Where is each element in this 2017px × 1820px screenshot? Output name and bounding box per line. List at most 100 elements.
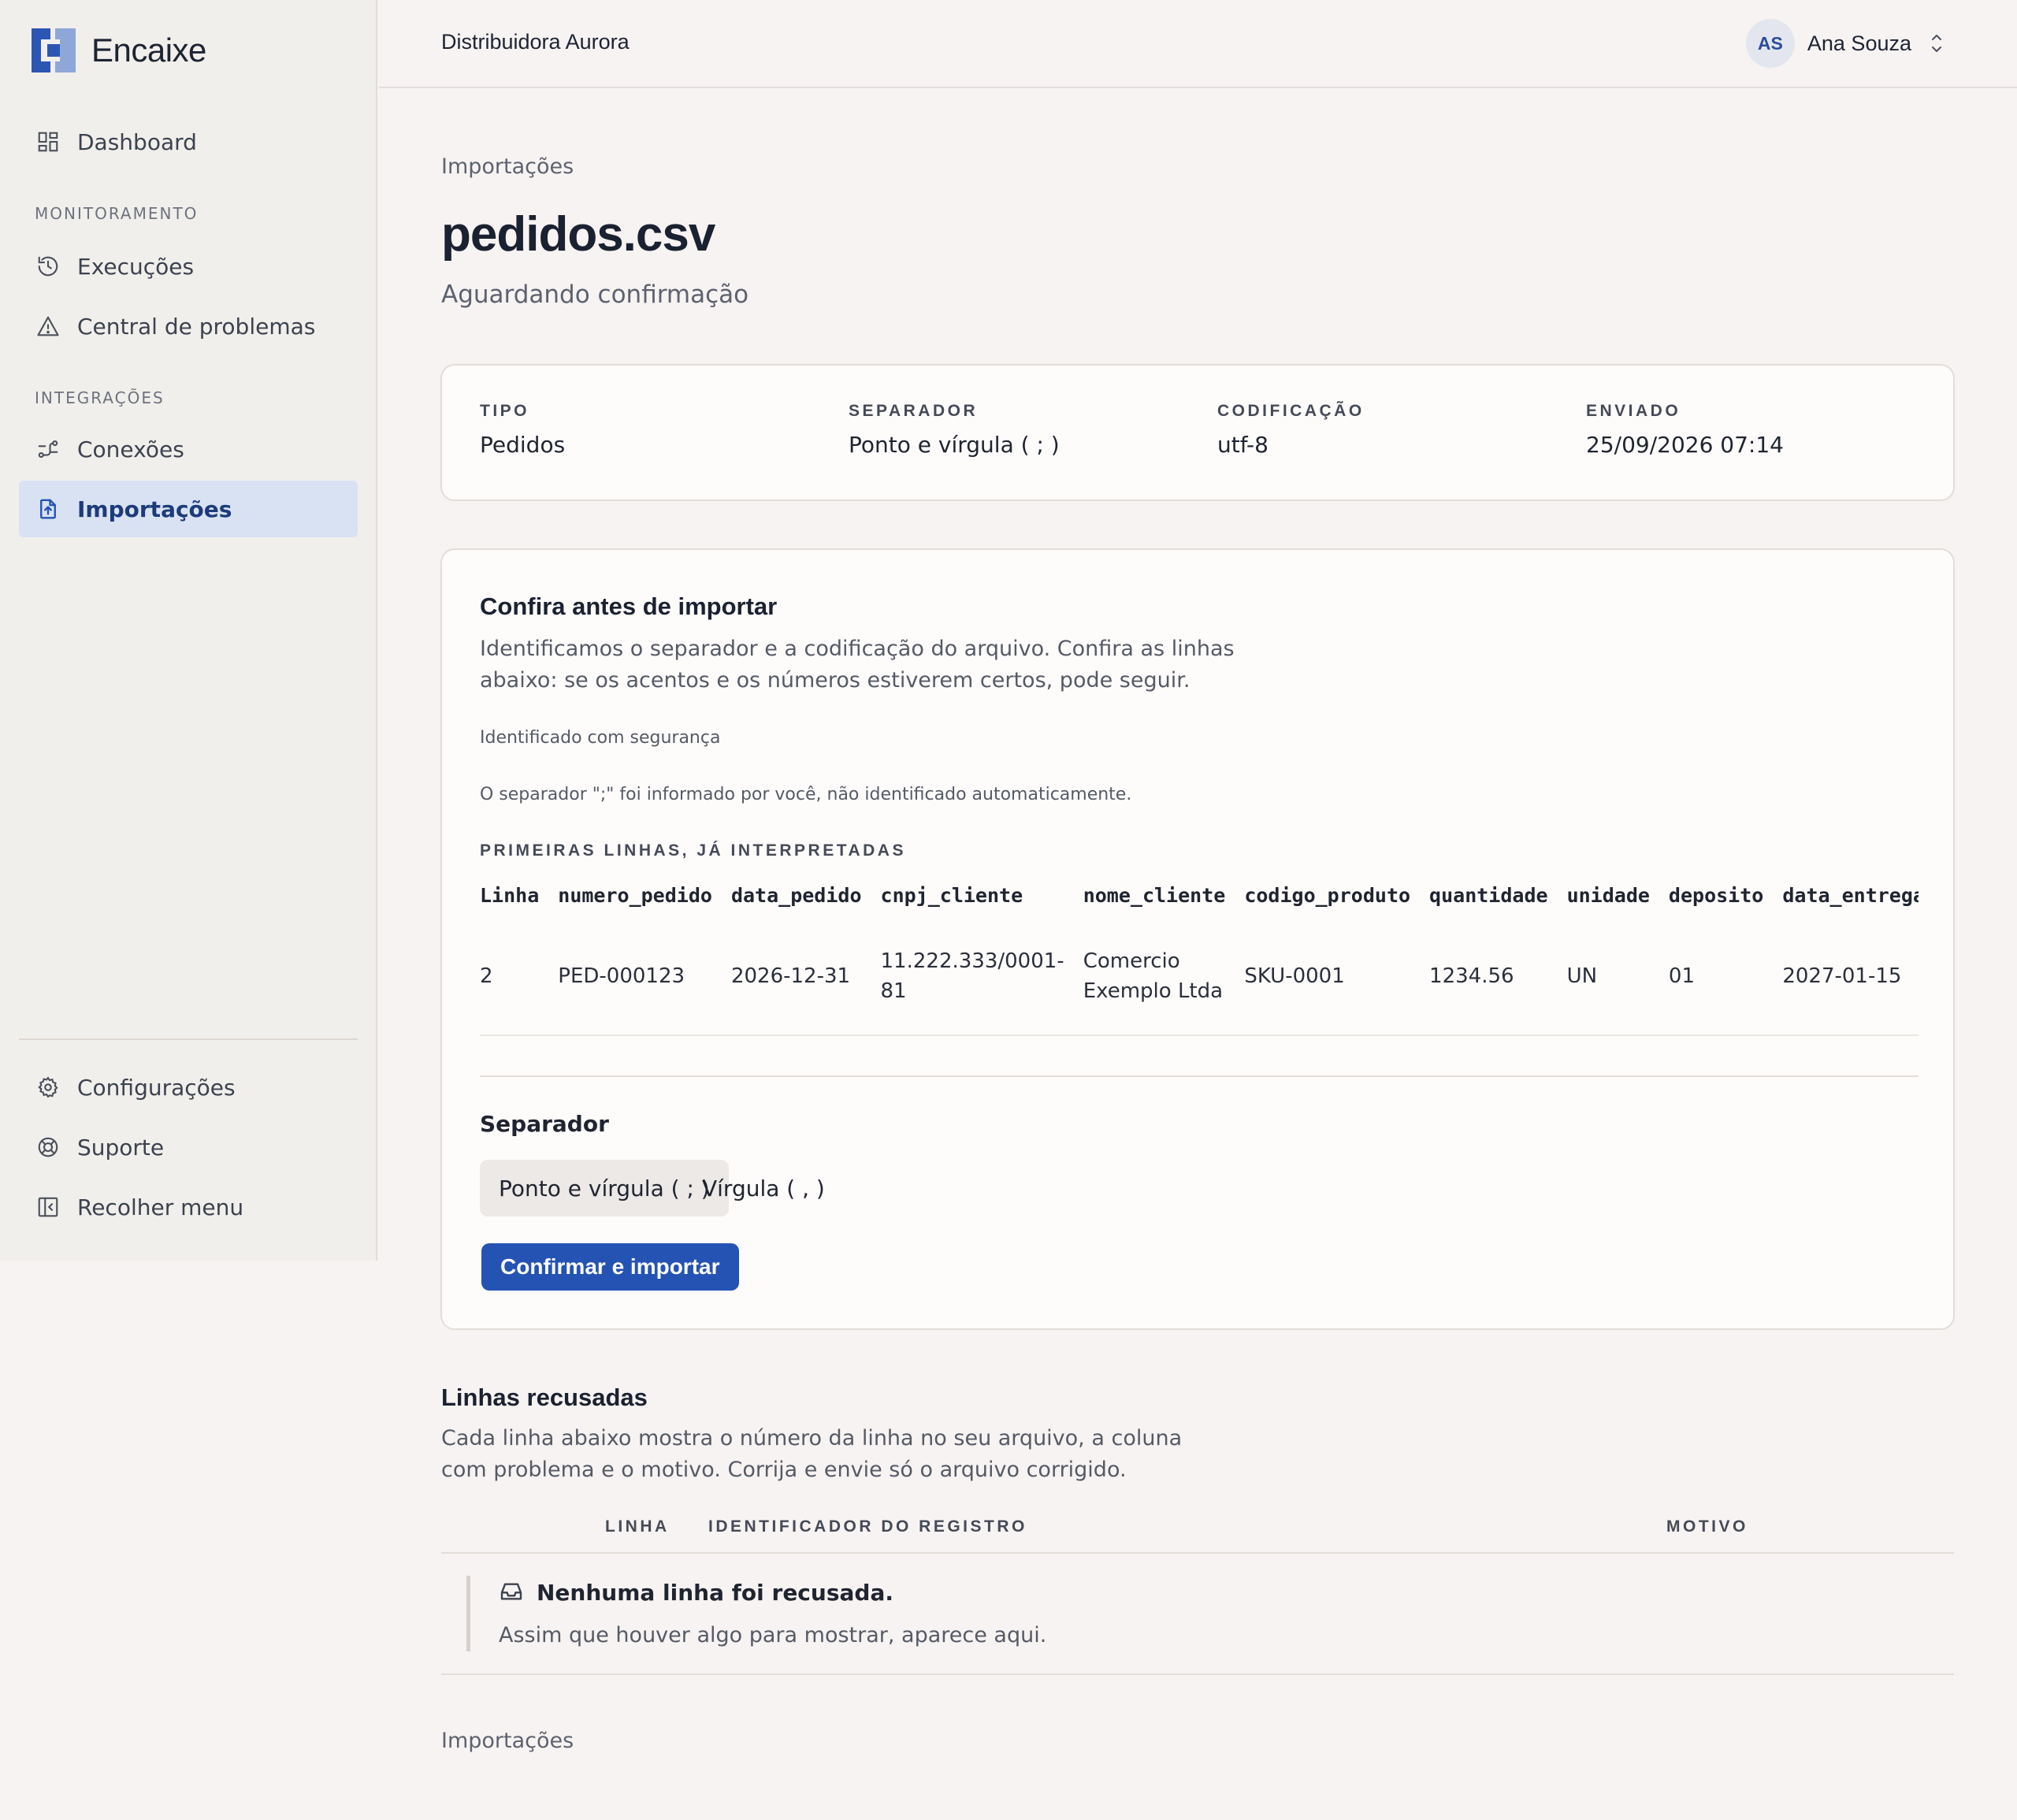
preview-header-row: Linha numero_pedido data_pedido cnpj_cli… — [480, 873, 1919, 917]
sidebar-divider — [19, 1038, 358, 1040]
table-cell: UN — [1566, 917, 1669, 1036]
sidebar-item-executions[interactable]: Execuções — [19, 238, 358, 295]
confirm-import-card: Confira antes de importar Identificamos … — [440, 548, 1955, 1330]
table-cell: 1234.56 — [1429, 917, 1567, 1036]
column-header: deposito — [1668, 883, 1764, 907]
column-header: Linha — [480, 883, 540, 907]
column-header: unidade — [1566, 883, 1650, 907]
meta-value: Pedidos — [480, 432, 566, 458]
preview-table-scroll[interactable]: Linha numero_pedido data_pedido cnpj_cli… — [480, 873, 1919, 1043]
table-cell: 2027-01-15 — [1782, 917, 1919, 1036]
table-cell: 2 — [480, 917, 559, 1036]
nav-section-monitoring: MONITORAMENTO — [35, 204, 199, 223]
sidebar-item-label: Central de problemas — [77, 313, 316, 340]
column-header: codigo_produto — [1244, 883, 1411, 907]
table-cell: SKU-0001 — [1244, 917, 1430, 1036]
divider — [441, 1673, 1954, 1675]
sidebar-item-settings[interactable]: Configurações — [19, 1059, 358, 1116]
topbar: Distribuidora Aurora AS Ana Souza — [379, 0, 2017, 88]
rejected-lines-title: Linhas recusadas — [441, 1384, 648, 1411]
breadcrumb[interactable]: Importações — [441, 154, 574, 179]
sidebar-item-label: Suporte — [77, 1134, 165, 1161]
sidebar-item-label: Configurações — [77, 1074, 236, 1101]
column-header-line: LINHA — [605, 1517, 670, 1536]
table-cell: Comercio Exemplo Ltda — [1083, 917, 1245, 1036]
gear-icon — [35, 1074, 61, 1101]
meta-sent: ENVIADO 25/09/2026 07:14 — [1586, 402, 1784, 458]
meta-value: utf-8 — [1217, 432, 1269, 458]
sidebar-item-connections[interactable]: Conexões — [19, 421, 358, 477]
organization-name: Distribuidora Aurora — [441, 30, 630, 54]
empty-state-subtitle: Assim que houver algo para mostrar, apar… — [499, 1623, 1047, 1647]
meta-encoding: CODIFICAÇÃO utf-8 — [1217, 402, 1365, 458]
meta-value: 25/09/2026 07:14 — [1586, 432, 1784, 458]
separator-field-label: Separador — [480, 1111, 609, 1137]
table-cell: 01 — [1668, 917, 1783, 1036]
column-header-record-id: IDENTIFICADOR DO REGISTRO — [708, 1517, 1027, 1536]
sidebar-item-problems[interactable]: Central de problemas — [19, 298, 358, 355]
lifebuoy-icon — [35, 1134, 61, 1161]
confirm-title: Confira antes de importar — [480, 592, 778, 620]
inbox-icon — [499, 1579, 526, 1606]
brand-name: Encaixe — [91, 32, 206, 69]
empty-state-title: Nenhuma linha foi recusada. — [537, 1579, 893, 1606]
file-upload-icon — [35, 496, 61, 522]
nav-section-integrations: INTEGRAÇÕES — [35, 388, 165, 407]
meta-separator: SEPARADOR Ponto e vírgula ( ; ) — [849, 402, 1060, 458]
sidebar-item-label: Dashboard — [77, 128, 197, 155]
column-header: quantidade — [1429, 883, 1548, 907]
column-header-reason: MOTIVO — [1666, 1517, 1748, 1536]
avatar: AS — [1745, 19, 1795, 68]
import-status: Aguardando confirmação — [441, 280, 749, 309]
user-name: Ana Souza — [1807, 31, 1911, 55]
sidebar-item-label: Recolher menu — [77, 1194, 244, 1220]
meta-label: CODIFICAÇÃO — [1217, 402, 1365, 420]
table-cell: 11.222.333/0001-81 — [880, 917, 1083, 1036]
table-cell: PED-000123 — [558, 917, 731, 1036]
sidebar-item-imports[interactable]: Importações — [19, 481, 358, 537]
separator-note: O separador ";" foi informado por você, … — [480, 785, 1132, 804]
page-title: pedidos.csv — [441, 207, 715, 262]
meta-label: SEPARADOR — [849, 402, 979, 420]
warning-icon — [35, 313, 61, 340]
column-header: nome_cliente — [1083, 883, 1226, 907]
divider — [480, 1075, 1919, 1077]
confirm-import-button[interactable]: Confirmar e importar — [481, 1243, 739, 1291]
history-icon — [35, 253, 61, 280]
column-header: data_entrega — [1782, 883, 1919, 907]
sidebar-item-support[interactable]: Suporte — [19, 1119, 358, 1176]
sidebar-item-label: Importações — [77, 496, 232, 522]
table-row: 2 PED-000123 2026-12-31 11.222.333/0001-… — [480, 917, 1919, 1036]
rejected-lines-description: Cada linha abaixo mostra o número da lin… — [441, 1426, 1183, 1482]
meta-label: TIPO — [480, 402, 530, 420]
sidebar-item-label: Execuções — [77, 253, 195, 280]
column-header: data_pedido — [730, 883, 862, 907]
dashboard-icon — [35, 128, 61, 155]
sidebar-item-dashboard[interactable]: Dashboard — [19, 113, 358, 170]
meta-value: Ponto e vírgula ( ; ) — [849, 432, 1060, 458]
file-metadata-card: TIPO Pedidos SEPARADOR Ponto e vírgula (… — [440, 364, 1955, 501]
user-menu[interactable]: AS Ana Souza — [1745, 19, 1946, 68]
empty-state: Nenhuma linha foi recusada. Assim que ho… — [466, 1576, 1097, 1651]
empty-state-heading: Nenhuma linha foi recusada. — [499, 1579, 893, 1606]
connections-icon — [35, 436, 61, 462]
divider — [441, 1552, 1954, 1554]
brand-logo-icon — [32, 28, 76, 72]
preview-label: PRIMEIRAS LINHAS, JÁ INTERPRETADAS — [480, 841, 906, 860]
sidebar: Encaixe Dashboard MONITORAMENTO Execuçõe… — [0, 0, 377, 1261]
detection-confidence: Identificado com segurança — [480, 728, 721, 748]
sidebar-item-label: Conexões — [77, 436, 184, 462]
column-header: cnpj_cliente — [880, 883, 1023, 907]
sidebar-item-collapse[interactable]: Recolher menu — [19, 1179, 358, 1235]
table-cell: 2026-12-31 — [730, 917, 881, 1036]
meta-label: ENVIADO — [1586, 402, 1681, 420]
meta-type: TIPO Pedidos — [480, 402, 565, 458]
separator-option-comma[interactable]: Vírgula ( , ) — [683, 1160, 844, 1216]
column-header: numero_pedido — [558, 883, 712, 907]
collapse-sidebar-icon — [35, 1194, 61, 1220]
brand[interactable]: Encaixe — [32, 28, 206, 72]
preview-table: Linha numero_pedido data_pedido cnpj_cli… — [480, 873, 1919, 1036]
confirm-description: Identificamos o separador e a codificaçã… — [480, 637, 1235, 693]
chevron-up-down-icon — [1927, 30, 1946, 57]
footer-breadcrumb[interactable]: Importações — [441, 1729, 574, 1753]
